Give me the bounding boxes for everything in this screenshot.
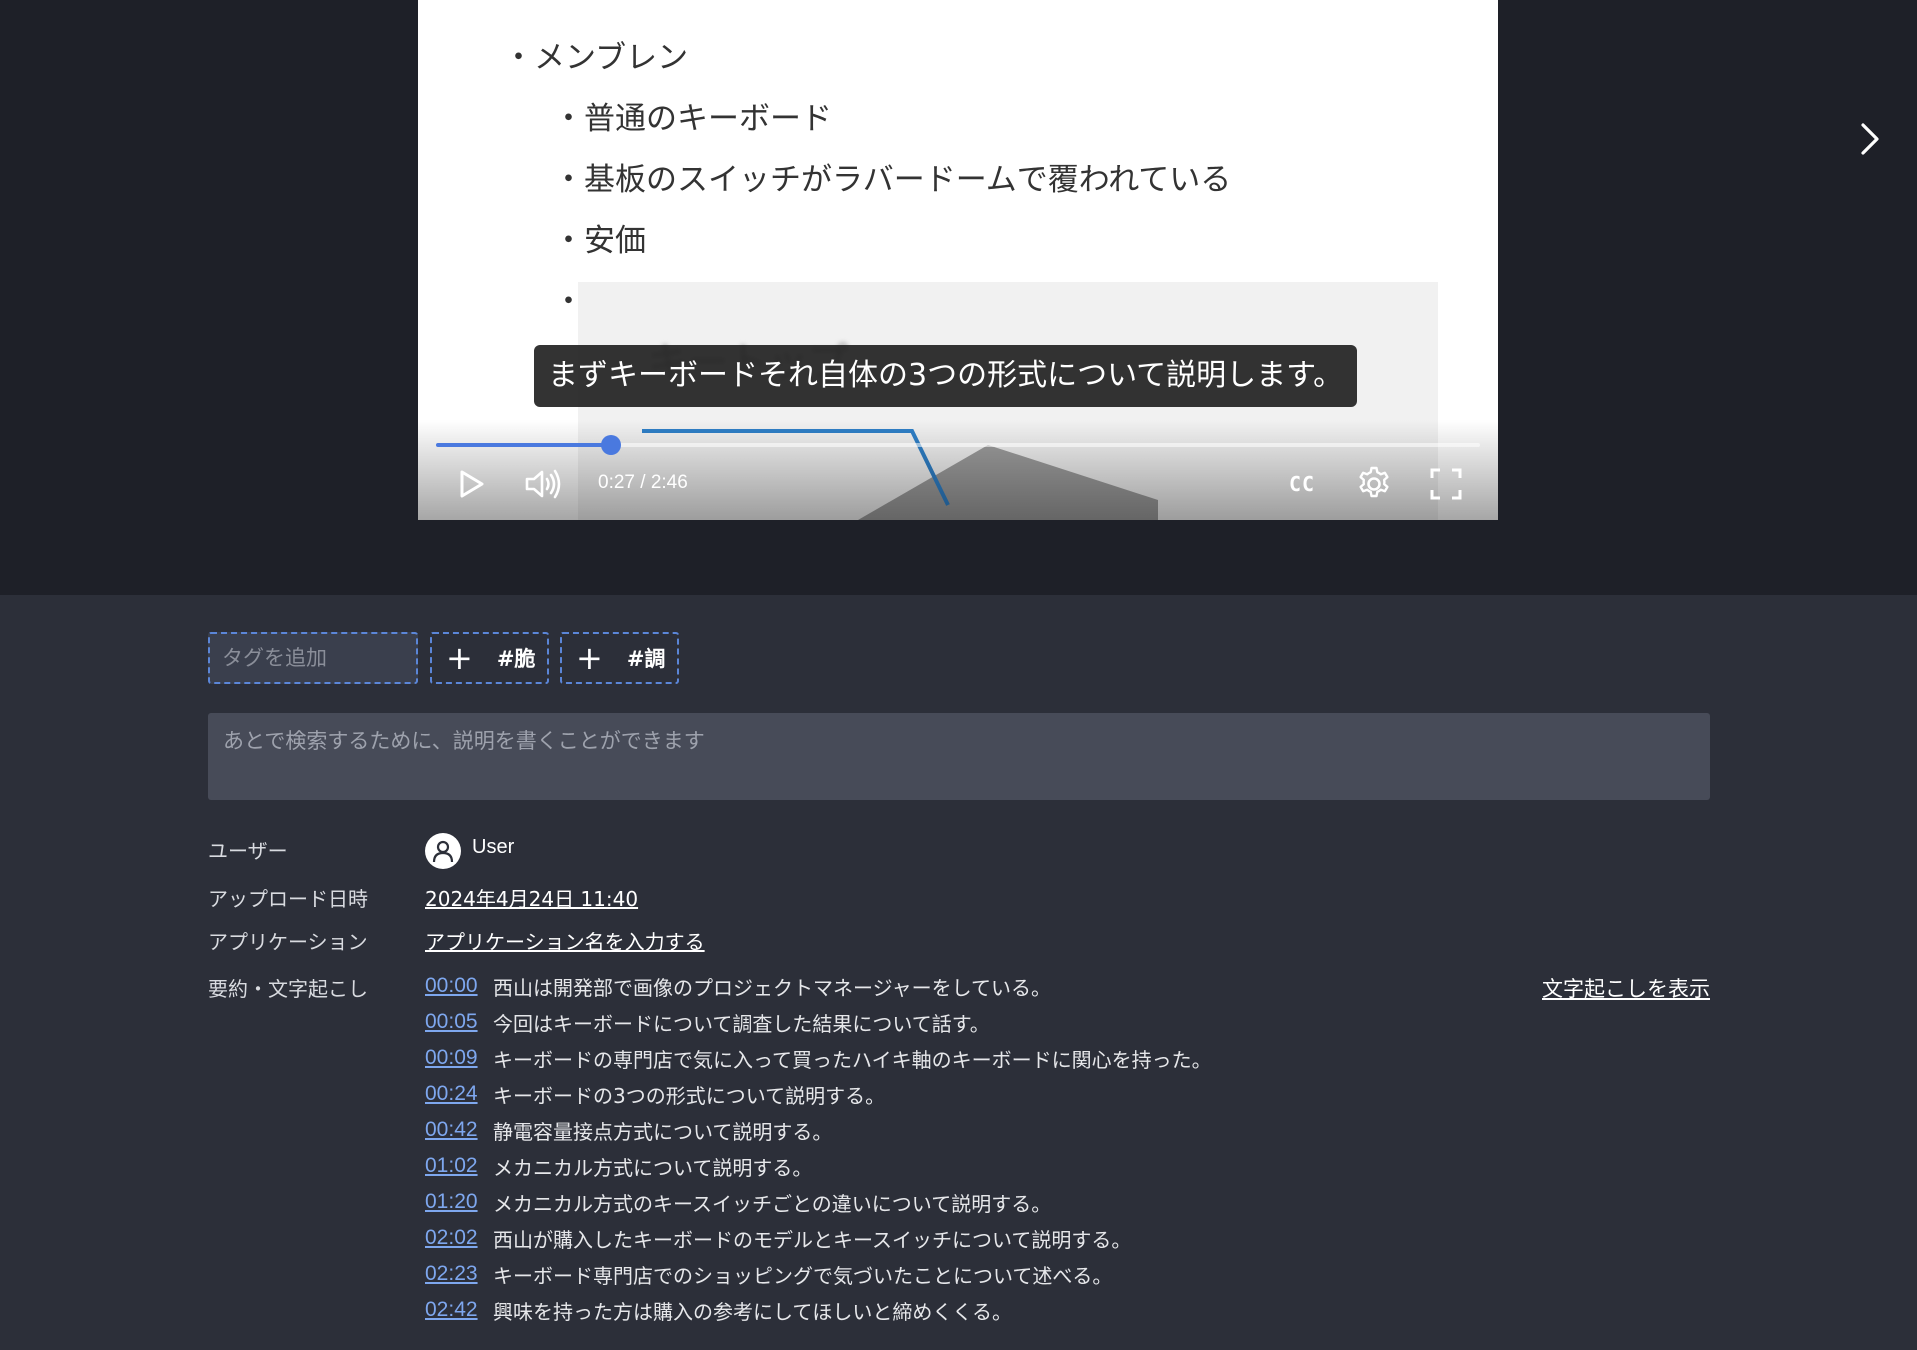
user-icon [432,840,454,863]
user-label: ユーザー [208,839,288,863]
timestamp-link[interactable]: 01:02 [425,1154,493,1178]
summary-item: 00:24 キーボードの3つの形式について説明する。 [425,1079,885,1109]
summary-item: 00:09 キーボードの専門店で気に入って買ったハイキ軸のキーボードに関心を持った… [425,1043,1212,1073]
slide-line: ・メンブレン [503,40,689,76]
tag-suggestion-label: #脆 [496,647,536,671]
play-button[interactable] [448,462,492,506]
timestamp-link[interactable]: 01:20 [425,1190,493,1214]
fullscreen-button[interactable] [1424,462,1468,506]
video-player[interactable]: キートップ ・メンブレン ・普通のキーボード ・基板のスイッチがラバードームで覆… [418,0,1498,520]
chevron-right-icon [1861,123,1879,155]
gear-icon [1359,466,1389,498]
summary-item: 02:23 キーボード専門店でのショッピングで気づいたことについて述べる。 [425,1259,1112,1289]
summary-item: 02:42 興味を持った方は購入の参考にしてほしいと締めくくる。 [425,1295,1012,1325]
summary-text: 静電容量接点方式について説明する。 [493,1119,833,1144]
summary-text: 西山が購入したキーボードのモデルとキースイッチについて説明する。 [493,1227,1132,1252]
user-name: User [472,836,515,858]
summary-text: 西山は開発部で画像のプロジェクトマネージャーをしている。 [493,975,1051,1000]
play-icon [460,470,484,498]
plus-icon: + [576,639,603,677]
volume-icon [525,469,561,499]
slide-line: ・安価 [553,223,646,259]
application-name-link[interactable]: アプリケーション名を入力する [425,926,705,955]
summary-item: 00:00 西山は開発部で画像のプロジェクトマネージャーをしている。 [425,971,1051,1001]
playback-time: 0:27 / 2:46 [598,472,688,493]
upload-date-link[interactable]: 2024年4月24日 11:40 [425,883,638,912]
show-transcript-link[interactable]: 文字起こしを表示 [1542,973,1710,1003]
settings-button[interactable] [1352,462,1396,506]
summary-item: 00:42 静電容量接点方式について説明する。 [425,1115,832,1145]
summary-label: 要約・文字起こし [208,977,368,1001]
progress-fill [436,443,612,447]
timestamp-link[interactable]: 00:09 [425,1046,493,1070]
slide-line: ・普通のキーボード [553,101,832,137]
tag-input[interactable] [208,632,418,684]
next-video-button[interactable] [1852,117,1888,161]
summary-item: 02:02 西山が購入したキーボードのモデルとキースイッチについて説明する。 [425,1223,1131,1253]
summary-text: キーボードの専門店で気に入って買ったハイキ軸のキーボードに関心を持った。 [493,1047,1212,1072]
summary-text: キーボードの3つの形式について説明する。 [493,1083,886,1108]
tag-suggestion-chip[interactable]: + #調 [560,632,680,684]
timestamp-link[interactable]: 02:02 [425,1226,493,1250]
slide-line: ・基板のスイッチがラバードームで覆われている [553,162,1232,198]
controls-bar [418,420,1498,520]
upload-date-label: アップロード日時 [208,887,368,911]
timestamp-link[interactable]: 00:00 [425,974,493,998]
fullscreen-icon [1430,468,1462,500]
tag-suggestion-label: #調 [626,647,666,671]
summary-text: 興味を持った方は購入の参考にしてほしいと締めくくる。 [493,1299,1012,1324]
slide-line: ・ [553,284,584,320]
summary-item: 01:20 メカニカル方式のキースイッチごとの違いについて説明する。 [425,1187,1051,1217]
summary-text: 今回はキーボードについて調査した結果について話す。 [493,1011,990,1036]
summary-text: キーボード専門店でのショッピングで気づいたことについて述べる。 [493,1263,1113,1288]
plus-icon: + [446,639,473,677]
progress-bar[interactable] [436,435,1480,455]
summary-text: メカニカル方式について説明する。 [493,1155,813,1180]
timestamp-link[interactable]: 00:24 [425,1082,493,1106]
summary-text: メカニカル方式のキースイッチごとの違いについて説明する。 [493,1191,1052,1216]
captions-button[interactable]: CC [1280,462,1324,506]
avatar [425,833,461,869]
timestamp-link[interactable]: 00:05 [425,1010,493,1034]
cc-icon: CC [1288,472,1316,496]
application-label: アプリケーション [208,930,368,954]
volume-button[interactable] [520,462,564,506]
summary-item: 01:02 メカニカル方式について説明する。 [425,1151,812,1181]
timestamp-link[interactable]: 00:42 [425,1118,493,1142]
video-stage: キートップ ・メンブレン ・普通のキーボード ・基板のスイッチがラバードームで覆… [0,0,1917,595]
timestamp-link[interactable]: 02:42 [425,1298,493,1322]
timestamp-link[interactable]: 02:23 [425,1262,493,1286]
video-subtitle: まずキーボードそれ自体の3つの形式について説明します。 [534,345,1358,407]
summary-item: 00:05 今回はキーボードについて調査した結果について話す。 [425,1007,990,1037]
description-field[interactable] [208,713,1710,800]
tag-suggestion-chip[interactable]: + #脆 [430,632,550,684]
